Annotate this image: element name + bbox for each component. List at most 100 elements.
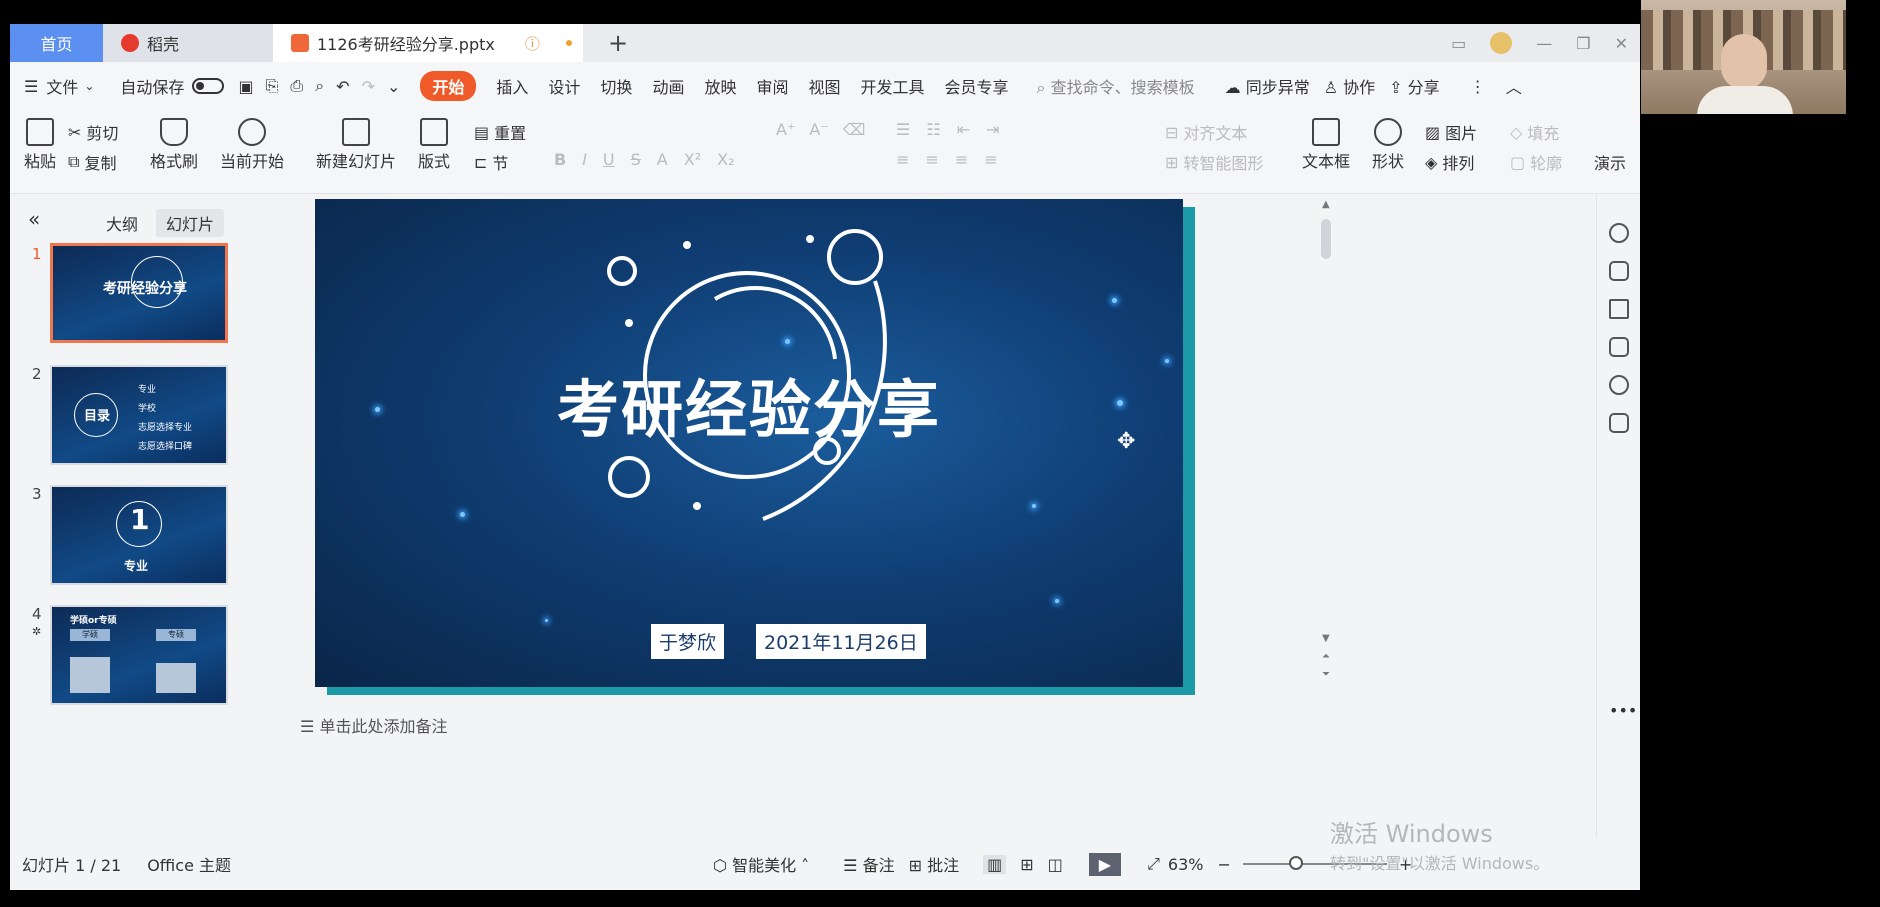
transition-icon[interactable] [1609,337,1629,357]
help-icon[interactable] [1609,375,1629,395]
menu-home[interactable]: 开始 [420,71,477,101]
align-center-icon[interactable]: ≡ [925,150,938,169]
hamburger-menu-icon[interactable]: ☰ [24,77,38,96]
save-icon[interactable]: ▣ [238,77,253,96]
autosave-toggle[interactable] [192,78,225,94]
format-painter-button[interactable]: 格式刷 [150,118,198,172]
vertical-scrollbar[interactable] [1321,219,1331,259]
present-button[interactable]: 演示 [1594,150,1626,174]
textbox-button[interactable]: 文本框 [1302,118,1350,172]
layout-button[interactable]: 版式 [418,118,450,172]
menu-transition[interactable]: 切换 [600,74,632,98]
beautify-button[interactable]: ⬡ 智能美化 ˄ [713,852,809,876]
fill-button[interactable]: ◇ 填充 [1510,120,1559,144]
author-textbox[interactable]: 于梦欣 [651,624,725,659]
superscript-icon[interactable]: X² [684,150,701,169]
rocket-icon[interactable] [1609,223,1629,243]
file-menu[interactable]: 文件 [46,74,78,98]
notes-toggle[interactable]: ☰ 备注 [843,852,894,876]
align-right-icon[interactable]: ≡ [955,150,968,169]
warning-icon[interactable]: ⓘ [525,33,540,54]
arrange-button[interactable]: ◈ 排列 [1425,150,1474,174]
restore-button[interactable]: ❐ [1576,34,1590,53]
share-button[interactable]: ⇪ 分享 [1389,74,1440,98]
normal-view-icon[interactable]: ▥ [983,854,1007,874]
new-tab-button[interactable]: + [600,24,636,62]
slide-thumbnail-4[interactable]: 学硕or专硕 学硕 专硕 [50,605,228,705]
zoom-out-icon[interactable]: − [1217,855,1230,874]
sync-status[interactable]: ☁ 同步异常 [1225,74,1310,98]
store-icon[interactable] [1609,413,1629,433]
outdent-icon[interactable]: ⇤ [957,120,970,139]
tab-home[interactable]: 首页 [10,24,103,62]
tab-slides[interactable]: 幻灯片 [156,209,225,237]
menu-design[interactable]: 设计 [548,74,580,98]
avatar[interactable] [1490,32,1513,54]
menu-insert[interactable]: 插入 [496,74,528,98]
export-icon[interactable]: ⎘ [266,76,279,96]
collab-button[interactable]: ♙ 协作 [1324,74,1375,98]
play-button[interactable]: ▶ [1088,852,1122,876]
date-textbox[interactable]: 2021年11月26日 [756,624,926,659]
collapse-ribbon-icon[interactable]: ︿ [1506,74,1522,98]
theme-name[interactable]: Office 主题 [147,852,231,876]
tab-document[interactable]: 1126考研经验分享.pptx ⓘ [273,24,583,62]
more-icon[interactable]: ⋮ [1470,77,1486,96]
scroll-up-icon[interactable]: ▲ [1322,199,1330,210]
slide-title[interactable]: 考研经验分享 [315,359,1183,449]
underline-icon[interactable]: U [603,150,615,169]
menu-developer[interactable]: 开发工具 [861,74,925,98]
menu-animation[interactable]: 动画 [652,74,684,98]
tab-daoke[interactable]: 稻壳 [103,24,273,62]
section-button[interactable]: ⊏ 节 [474,150,508,174]
menu-view[interactable]: 视图 [808,74,840,98]
collapse-panel-icon[interactable]: « [18,205,50,233]
zoom-level[interactable]: 63% [1168,855,1204,874]
copy-button[interactable]: ⧉ 复制 [68,150,116,174]
customize-icon[interactable]: ⌄ [387,77,400,96]
sorter-view-icon[interactable]: ⊞ [1020,855,1033,874]
bold-icon[interactable]: B [554,150,566,169]
grow-font-icon[interactable]: A⁺ [776,120,795,139]
next-slide-icon[interactable]: ⏷ [1322,669,1330,680]
undo-icon[interactable]: ↶ [336,77,349,96]
cut-button[interactable]: ✂ 剪切 [68,120,118,144]
star-icon[interactable] [1609,299,1629,319]
indent-icon[interactable]: ⇥ [986,120,999,139]
strike-icon[interactable]: S [631,150,641,169]
redo-icon[interactable]: ↷ [362,77,375,96]
smart-graphic-button[interactable]: ⊞ 转智能图形 [1165,150,1263,174]
slide-thumbnail-1[interactable]: 考研经验分享 [50,243,228,343]
reading-view-icon[interactable]: ◫ [1048,855,1063,874]
clear-format-icon[interactable]: ⌫ [843,120,866,139]
menu-review[interactable]: 审阅 [756,74,788,98]
fit-icon[interactable]: ⤢ [1147,854,1160,874]
comments-toggle[interactable]: ⊞ 批注 [909,852,960,876]
reset-button[interactable]: ▤ 重置 [474,120,526,144]
minimize-button[interactable]: — [1536,34,1552,53]
shape-button[interactable]: 形状 [1372,118,1404,172]
outline-button[interactable]: ▢ 轮廓 [1510,150,1562,174]
justify-icon[interactable]: ≡ [984,150,997,169]
zoom-slider-thumb[interactable] [1288,856,1303,870]
scroll-down-icon[interactable]: ▼ [1322,633,1330,644]
font-color-icon[interactable]: A [657,150,668,169]
print-icon[interactable]: ⎙ [290,76,303,96]
slide-thumbnail-3[interactable]: 1 专业 [50,485,228,585]
more-icon[interactable]: ••• [1609,701,1637,720]
italic-icon[interactable]: I [582,150,587,169]
current-slide[interactable]: 考研经验分享 于梦欣 2021年11月26日 ✥ [315,199,1183,687]
tab-outline[interactable]: 大纲 [96,209,148,237]
prev-slide-icon[interactable]: ⏶ [1322,651,1330,662]
play-from-current-button[interactable]: 当前开始 [220,118,284,172]
numbered-list-icon[interactable]: ☷ [926,120,940,139]
slide-thumbnail-2[interactable]: 目录 专业 学校 志愿选择专业 志愿选择口碑 [50,365,228,465]
preview-icon[interactable]: ⌕ [315,76,324,96]
shrink-font-icon[interactable]: A⁻ [809,120,828,139]
paste-button[interactable]: 粘贴 [24,118,56,172]
adjust-icon[interactable] [1609,261,1629,281]
close-button[interactable]: ✕ [1615,34,1628,53]
bullet-list-icon[interactable]: ☰ [896,120,910,139]
picture-button[interactable]: ▨ 图片 [1425,120,1477,144]
align-text-button[interactable]: ⊟ 对齐文本 [1165,120,1247,144]
